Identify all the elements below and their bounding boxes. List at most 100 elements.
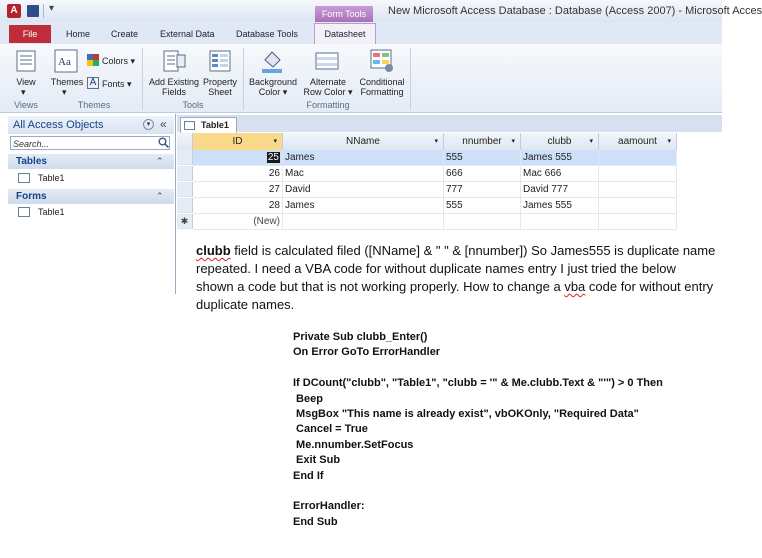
cell-nnumber[interactable]: 555 (444, 150, 521, 166)
nav-item-table1[interactable]: Table1 (38, 173, 65, 183)
colors-icon[interactable] (87, 54, 99, 66)
code-line: End Sub (293, 515, 338, 528)
alternate-row-color-button[interactable]: Alternate Row Color ▾ (302, 77, 354, 97)
cell-id[interactable]: 25 (193, 150, 283, 166)
column-dropdown-icon[interactable]: ▾ (434, 133, 438, 150)
select-all-corner[interactable] (177, 133, 193, 150)
nav-section-tables[interactable]: Tables ⌃ (8, 154, 174, 169)
cell-new-id[interactable]: (New) (193, 214, 283, 230)
cell-aamount[interactable] (599, 182, 677, 198)
record-selector[interactable] (177, 198, 193, 213)
cell-nnumber[interactable]: 666 (444, 166, 521, 182)
tab-create[interactable]: Create (111, 26, 138, 42)
cell-nnumber[interactable]: 777 (444, 182, 521, 198)
column-header-id[interactable]: ID ▾ (193, 133, 283, 150)
column-dropdown-icon[interactable]: ▾ (273, 133, 277, 150)
table-icon (18, 173, 30, 183)
property-sheet-button[interactable]: Property Sheet (200, 77, 240, 97)
paint-bucket-icon[interactable] (260, 48, 284, 74)
column-header-clubb[interactable]: clubb ▾ (521, 133, 599, 150)
column-dropdown-icon[interactable]: ▾ (589, 133, 593, 150)
cell-new-nname[interactable] (283, 214, 444, 230)
customize-qat-icon[interactable]: ▾ (49, 3, 54, 14)
fonts-button[interactable]: Fonts ▾ (102, 79, 132, 89)
nav-section-forms[interactable]: Forms ⌃ (8, 189, 174, 204)
nav-section-label: Forms (16, 191, 47, 202)
code-line: On Error GoTo ErrorHandler (293, 346, 441, 359)
cell-clubb[interactable]: James 555 (521, 198, 599, 214)
cell-new-aamount[interactable] (599, 214, 677, 230)
table-icon (184, 121, 195, 130)
column-header-aamount[interactable]: aamount ▾ (599, 133, 677, 150)
cell-new-clubb[interactable] (521, 214, 599, 230)
record-selector[interactable] (177, 166, 193, 181)
code-line: ErrorHandler: (293, 500, 365, 513)
column-header-nname[interactable]: NName ▾ (283, 133, 444, 150)
collapse-pane-icon[interactable]: « (160, 117, 167, 131)
cell-id[interactable]: 26 (193, 166, 283, 182)
nav-pane-header[interactable]: All Access Objects ▾ « (8, 116, 174, 134)
tab-file[interactable]: File (9, 25, 51, 43)
column-header-label: NName (346, 136, 380, 147)
record-selector[interactable] (177, 182, 193, 197)
conditional-formatting-icon[interactable] (370, 49, 394, 73)
cell-id[interactable]: 27 (193, 182, 283, 198)
tab-home[interactable]: Home (66, 26, 90, 42)
column-header-nnumber[interactable]: nnumber ▾ (444, 133, 521, 150)
new-record-marker[interactable]: ✱ (177, 214, 193, 229)
search-icon[interactable] (158, 137, 170, 149)
view-button[interactable]: View (13, 77, 39, 87)
nav-menu-chevron-icon[interactable]: ▾ (143, 119, 154, 130)
nav-search-input[interactable]: Search... (10, 136, 170, 150)
property-sheet-icon[interactable] (208, 49, 232, 73)
add-existing-fields-icon[interactable] (162, 49, 186, 73)
group-label-formatting: Formatting (306, 100, 350, 110)
cell-nname[interactable]: James (283, 150, 444, 166)
document-tab-label: Table1 (201, 120, 229, 130)
form-icon (18, 207, 30, 217)
document-tab-table1[interactable]: Table1 (180, 117, 237, 133)
themes-button[interactable]: Themes (50, 77, 84, 87)
cell-nname[interactable]: Mac (283, 166, 444, 182)
cell-clubb[interactable]: Mac 666 (521, 166, 599, 182)
alternate-row-color-icon[interactable] (315, 52, 339, 70)
group-separator (142, 48, 143, 110)
save-icon[interactable] (27, 5, 39, 17)
collapse-section-icon[interactable]: ⌃ (156, 154, 164, 169)
nav-item-form-table1[interactable]: Table1 (38, 207, 65, 217)
column-header-label: ID (232, 136, 243, 147)
code-line: MsgBox "This name is already exist", vbO… (293, 407, 639, 420)
record-selector[interactable] (177, 150, 193, 165)
cell-aamount[interactable] (599, 166, 677, 182)
cell-nname[interactable]: James (283, 198, 444, 214)
cell-new-nnumber[interactable] (444, 214, 521, 230)
themes-icon[interactable]: Aa (54, 49, 78, 73)
group-separator (410, 48, 411, 110)
fonts-icon[interactable]: A (87, 77, 99, 89)
column-dropdown-icon[interactable]: ▾ (667, 133, 671, 150)
cell-nnumber[interactable]: 555 (444, 198, 521, 214)
cell-id[interactable]: 28 (193, 198, 283, 214)
column-dropdown-icon[interactable]: ▾ (511, 133, 515, 150)
view-icon[interactable] (15, 49, 37, 73)
colors-button[interactable]: Colors ▾ (102, 56, 135, 66)
cell-aamount[interactable] (599, 150, 677, 166)
cell-nname[interactable]: David (283, 182, 444, 198)
collapse-section-icon[interactable]: ⌃ (156, 189, 164, 204)
cell-aamount[interactable] (599, 198, 677, 214)
tab-datasheet[interactable]: Datasheet (314, 23, 376, 45)
code-line: End If (293, 469, 324, 482)
background-color-button[interactable]: Background Color ▾ (246, 77, 300, 97)
document-tab-strip (177, 115, 722, 132)
access-app-icon[interactable]: A (7, 4, 21, 18)
question-vba-word: vba (564, 279, 586, 294)
conditional-formatting-button[interactable]: Conditional Formatting (355, 77, 409, 97)
code-line: Private Sub clubb_Enter() (293, 331, 428, 343)
view-dropdown-icon[interactable]: ▾ (21, 87, 26, 97)
cell-clubb[interactable]: David 777 (521, 182, 599, 198)
cell-clubb[interactable]: James 555 (521, 150, 599, 166)
tab-external-data[interactable]: External Data (160, 26, 215, 42)
tab-database-tools[interactable]: Database Tools (236, 26, 298, 42)
themes-dropdown-icon[interactable]: ▾ (62, 87, 67, 97)
add-existing-fields-button[interactable]: Add Existing Fields (146, 77, 202, 97)
